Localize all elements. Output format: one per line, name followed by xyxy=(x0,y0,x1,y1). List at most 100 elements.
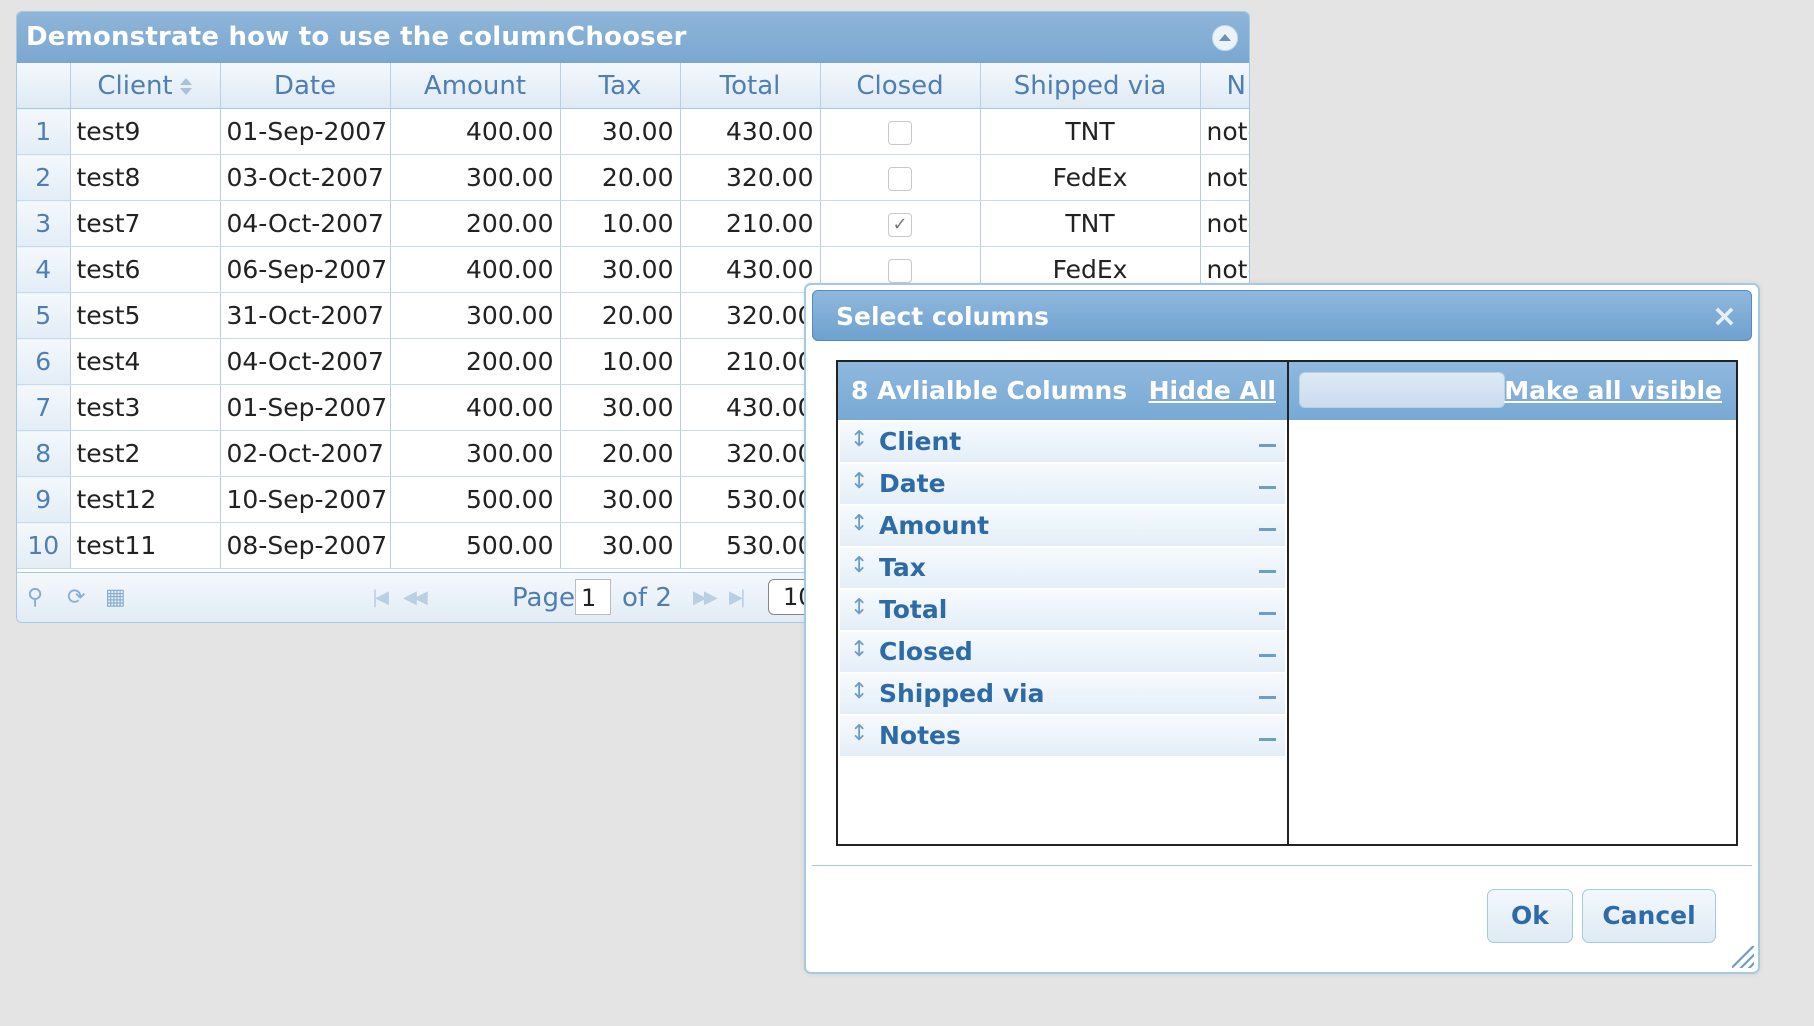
page-number-input[interactable]: 1 xyxy=(575,579,611,615)
column-header-amount[interactable]: Amount xyxy=(390,63,561,109)
column-list-item[interactable]: ↕ Closed xyxy=(840,632,1285,672)
table-row[interactable]: 2 test8 03-Oct-2007 300.00 20.00 320.00 FedEx n… xyxy=(17,154,1249,201)
column-list-label: Closed xyxy=(879,637,973,666)
cell-date: 01-Sep-2007 xyxy=(220,108,391,155)
column-header-shipped-via[interactable]: Shipped via xyxy=(980,63,1201,109)
column-list-item[interactable]: ↕ Date xyxy=(840,464,1285,504)
cell-date: 04-Oct-2007 xyxy=(220,338,391,385)
closed-checkbox[interactable] xyxy=(888,167,912,191)
column-list-label: Date xyxy=(879,469,946,498)
cell-client: test3 xyxy=(70,384,221,431)
closed-checkbox[interactable]: ✓ xyxy=(888,213,912,237)
column-header-tax[interactable]: Tax xyxy=(560,63,681,109)
drag-handle-icon[interactable]: ↕ xyxy=(850,462,868,502)
cell-tax: 30.00 xyxy=(560,476,681,523)
resize-handle-icon[interactable] xyxy=(1732,946,1754,968)
column-list-item[interactable]: ↕ Tax xyxy=(840,548,1285,588)
table-header-row: Client Date Amount Tax Total Closed Ship… xyxy=(17,63,1249,109)
grid-title: Demonstrate how to use the columnChooser xyxy=(26,22,687,52)
cell-total: 430.00 xyxy=(680,384,821,431)
column-list-item[interactable]: ↕ Amount xyxy=(840,506,1285,546)
make-all-visible-link[interactable]: Make all visible xyxy=(1504,376,1722,405)
column-header-notes[interactable]: N xyxy=(1200,63,1249,109)
table-row[interactable]: 1 test9 01-Sep-2007 400.00 30.00 430.00 TNT not… xyxy=(17,108,1249,155)
cell-tax: 20.00 xyxy=(560,154,681,201)
cell-date: 31-Oct-2007 xyxy=(220,292,391,339)
remove-icon[interactable] xyxy=(1259,444,1276,447)
row-number: 9 xyxy=(17,476,71,523)
collapse-icon[interactable] xyxy=(1212,25,1238,51)
cell-total: 210.00 xyxy=(680,200,821,247)
hidden-columns-pane: Make all visible xyxy=(1289,362,1736,844)
dialog-title-bar[interactable]: Select columns × xyxy=(812,290,1752,341)
sort-icon[interactable] xyxy=(179,76,193,96)
drag-handle-icon[interactable]: ↕ xyxy=(850,588,868,628)
next-page-icon[interactable]: ▶▶ xyxy=(693,587,718,608)
column-search-input[interactable] xyxy=(1299,372,1505,408)
row-number: 10 xyxy=(17,522,71,569)
cell-date: 06-Sep-2007 xyxy=(220,246,391,293)
closed-checkbox[interactable] xyxy=(888,259,912,283)
column-list-item[interactable]: ↕ Notes xyxy=(840,716,1285,756)
remove-icon[interactable] xyxy=(1259,528,1276,531)
available-count-label: 8 Avlialble Columns xyxy=(851,376,1128,405)
column-list-item[interactable]: ↕ Shipped via xyxy=(840,674,1285,714)
available-columns-header: 8 Avlialble Columns Hidde All xyxy=(838,362,1287,420)
row-number: 2 xyxy=(17,154,71,201)
cell-tax: 10.00 xyxy=(560,338,681,385)
column-list-label: Client xyxy=(879,427,962,456)
column-list-label: Tax xyxy=(879,553,926,582)
column-header-date[interactable]: Date xyxy=(220,63,391,109)
column-list-item[interactable]: ↕ Client xyxy=(840,422,1285,462)
drag-handle-icon[interactable]: ↕ xyxy=(850,714,868,754)
drag-handle-icon[interactable]: ↕ xyxy=(850,546,868,586)
drag-handle-icon[interactable]: ↕ xyxy=(850,630,868,670)
cell-date: 02-Oct-2007 xyxy=(220,430,391,477)
column-list-label: Total xyxy=(879,595,948,624)
cell-tax: 20.00 xyxy=(560,292,681,339)
remove-icon[interactable] xyxy=(1259,486,1276,489)
table-row[interactable]: 3 test7 04-Oct-2007 200.00 10.00 210.00 ✓ TNT no… xyxy=(17,200,1249,247)
column-header-closed[interactable]: Closed xyxy=(820,63,981,109)
cell-notes: note xyxy=(1200,200,1249,247)
row-number: 8 xyxy=(17,430,71,477)
drag-handle-icon[interactable]: ↕ xyxy=(850,672,868,712)
cell-client: test12 xyxy=(70,476,221,523)
first-page-icon[interactable]: |◀ xyxy=(372,587,389,608)
cell-shipped-via: TNT xyxy=(980,108,1201,155)
drag-handle-icon[interactable]: ↕ xyxy=(850,504,868,544)
cell-tax: 10.00 xyxy=(560,200,681,247)
cell-date: 03-Oct-2007 xyxy=(220,154,391,201)
cell-closed: ✓ xyxy=(820,200,981,247)
hide-all-link[interactable]: Hidde All xyxy=(1149,376,1276,405)
remove-icon[interactable] xyxy=(1259,654,1276,657)
search-icon[interactable]: ⚲ xyxy=(27,585,43,610)
column-header-total[interactable]: Total xyxy=(680,63,821,109)
remove-icon[interactable] xyxy=(1259,570,1276,573)
refresh-icon[interactable]: ⟳ xyxy=(67,585,85,610)
prev-page-icon[interactable]: ◀◀ xyxy=(403,587,428,608)
cell-date: 04-Oct-2007 xyxy=(220,200,391,247)
row-number: 6 xyxy=(17,338,71,385)
row-number: 7 xyxy=(17,384,71,431)
column-header-client[interactable]: Client xyxy=(70,63,221,109)
close-icon[interactable]: × xyxy=(1712,291,1737,342)
remove-icon[interactable] xyxy=(1259,696,1276,699)
cell-amount: 300.00 xyxy=(390,154,561,201)
cell-date: 08-Sep-2007 xyxy=(220,522,391,569)
column-chooser-dialog: Select columns × 8 Avlialble Columns Hid… xyxy=(804,283,1760,974)
row-number: 5 xyxy=(17,292,71,339)
remove-icon[interactable] xyxy=(1259,612,1276,615)
closed-checkbox[interactable] xyxy=(888,121,912,145)
drag-handle-icon[interactable]: ↕ xyxy=(850,420,868,460)
remove-icon[interactable] xyxy=(1259,738,1276,741)
column-list-item[interactable]: ↕ Total xyxy=(840,590,1285,630)
cell-amount: 400.00 xyxy=(390,108,561,155)
cell-total: 530.00 xyxy=(680,522,821,569)
cancel-button[interactable]: Cancel xyxy=(1582,889,1716,943)
columns-icon[interactable]: ▦ xyxy=(105,585,126,610)
cell-client: test4 xyxy=(70,338,221,385)
cell-tax: 30.00 xyxy=(560,384,681,431)
ok-button[interactable]: Ok xyxy=(1487,889,1573,943)
last-page-icon[interactable]: ▶| xyxy=(729,587,746,608)
